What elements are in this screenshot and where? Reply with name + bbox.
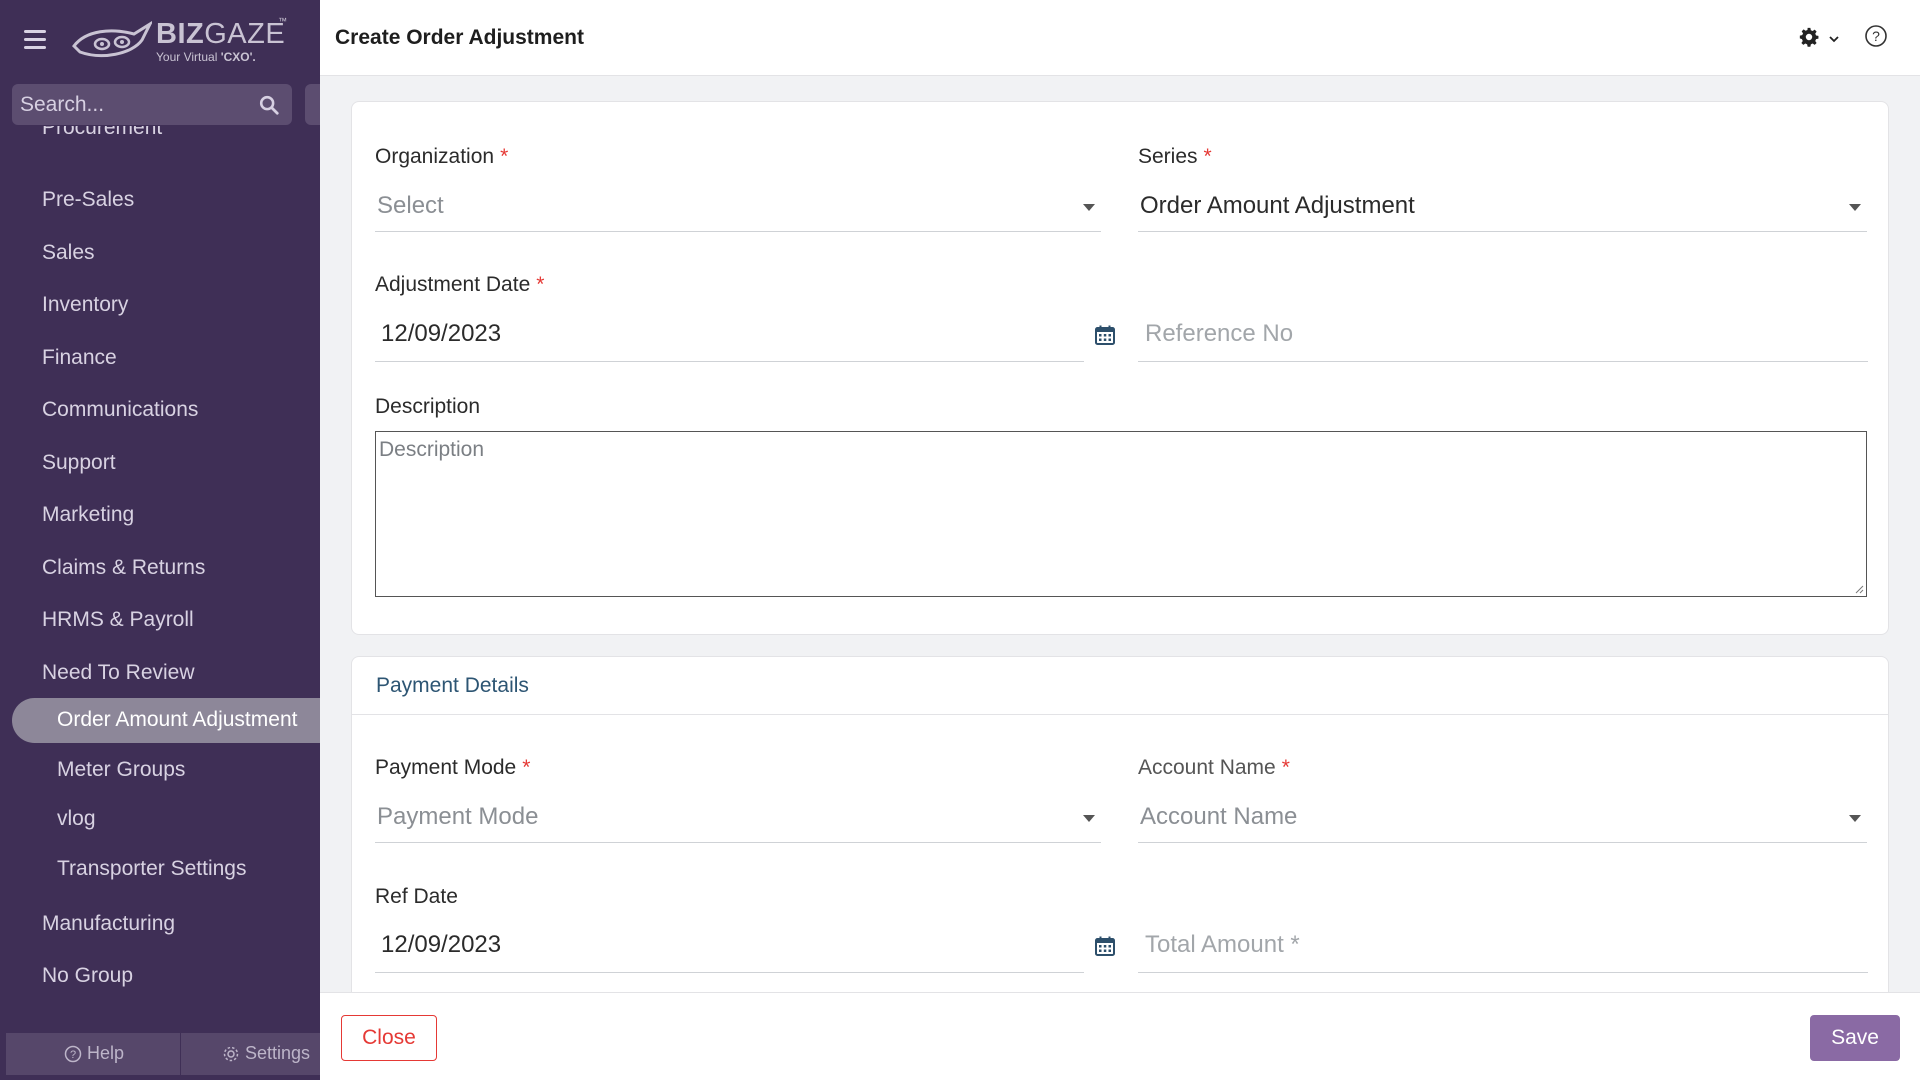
svg-text:?: ? bbox=[1872, 28, 1880, 44]
help-circle-icon: ? bbox=[64, 1045, 82, 1062]
reference-no-input[interactable]: Reference No bbox=[1138, 310, 1868, 362]
app-logo[interactable]: BIZGAZE ™ Your Virtual 'CXO'. bbox=[72, 16, 292, 68]
adjustment-date-label: Adjustment Date * bbox=[375, 273, 545, 296]
save-button[interactable]: Save bbox=[1810, 1015, 1900, 1061]
ref-date-input[interactable]: 12/09/2023 bbox=[375, 921, 1084, 973]
description-textarea[interactable] bbox=[376, 432, 1866, 596]
description-label: Description bbox=[375, 395, 481, 418]
payment-details-header: Payment Details bbox=[352, 657, 1888, 715]
hamburger-menu-icon[interactable] bbox=[24, 30, 46, 50]
total-amount-input[interactable]: Total Amount * bbox=[1138, 921, 1868, 973]
sidebar-item-support[interactable]: Support bbox=[42, 451, 116, 475]
logo-wordmark: BIZGAZE bbox=[156, 18, 286, 50]
payment-details-title: Payment Details bbox=[376, 674, 529, 697]
gear-icon bbox=[223, 1046, 239, 1061]
description-textarea-wrap bbox=[375, 431, 1867, 597]
resize-handle-icon[interactable] bbox=[1854, 584, 1864, 594]
settings-label: Settings bbox=[245, 1043, 311, 1063]
sidebar-subitem-label: Order Amount Adjustment bbox=[57, 708, 298, 731]
sidebar-nav: Procurement Pre-Sales Sales Inventory Fi… bbox=[0, 126, 320, 1026]
ref-date-label: Ref Date bbox=[375, 885, 458, 908]
caret-down-icon bbox=[1083, 204, 1095, 211]
gear-icon bbox=[1799, 27, 1819, 47]
sidebar-item-no-group[interactable]: No Group bbox=[42, 964, 133, 988]
sidebar-item-sales[interactable]: Sales bbox=[42, 241, 95, 265]
series-label: Series * bbox=[1138, 145, 1212, 168]
help-circle-icon[interactable]: ? bbox=[1864, 24, 1888, 48]
sidebar-item-pre-sales[interactable]: Pre-Sales bbox=[42, 188, 134, 212]
sidebar-item-inventory[interactable]: Inventory bbox=[42, 293, 128, 317]
calendar-icon[interactable] bbox=[1094, 935, 1116, 957]
sidebar-item-need-to-review[interactable]: Need To Review bbox=[42, 661, 195, 685]
help-button[interactable]: ? Help bbox=[64, 1043, 124, 1064]
close-button[interactable]: Close bbox=[341, 1015, 437, 1061]
sidebar-subitem-meter-groups[interactable]: Meter Groups bbox=[57, 758, 185, 782]
account-name-select[interactable]: Account Name bbox=[1138, 793, 1867, 843]
sidebar-item-hrms-payroll[interactable]: HRMS & Payroll bbox=[42, 608, 194, 632]
sidebar-item-manufacturing[interactable]: Manufacturing bbox=[42, 912, 175, 936]
main-content: Create Order Adjustment ? Organization * … bbox=[320, 0, 1920, 1080]
page-header: Create Order Adjustment ? bbox=[320, 0, 1920, 76]
sidebar-item-marketing[interactable]: Marketing bbox=[42, 503, 134, 527]
help-label: Help bbox=[87, 1043, 125, 1063]
search-input[interactable] bbox=[20, 92, 250, 117]
logo-tagline: Your Virtual 'CXO'. bbox=[156, 50, 256, 64]
caret-down-icon bbox=[1849, 204, 1861, 211]
sidebar-item-procurement[interactable]: Procurement bbox=[42, 126, 162, 140]
page-title: Create Order Adjustment bbox=[335, 26, 584, 49]
sidebar-item-claims-returns[interactable]: Claims & Returns bbox=[42, 556, 205, 580]
payment-mode-select[interactable]: Payment Mode bbox=[375, 793, 1101, 843]
sidebar: BIZGAZE ™ Your Virtual 'CXO'. Procuremen… bbox=[0, 0, 320, 1080]
svg-text:?: ? bbox=[70, 1049, 76, 1061]
form-actions-bar: Close Save bbox=[320, 992, 1920, 1080]
sidebar-subitem-vlog[interactable]: vlog bbox=[57, 807, 96, 831]
organization-select[interactable]: Select bbox=[375, 182, 1101, 232]
caret-down-icon bbox=[1083, 815, 1095, 822]
sidebar-subitem-order-amount-adjustment[interactable]: Order Amount Adjustment bbox=[12, 698, 320, 743]
organization-label: Organization * bbox=[375, 145, 509, 168]
payment-details-card: Payment Details Payment Mode * Payment Mo… bbox=[351, 656, 1889, 1016]
series-select[interactable]: Order Amount Adjustment bbox=[1138, 182, 1867, 232]
payment-mode-label: Payment Mode * bbox=[375, 756, 531, 779]
sidebar-footer: ? Help Settings bbox=[6, 1033, 320, 1075]
calendar-icon[interactable] bbox=[1094, 324, 1116, 346]
footer-divider bbox=[180, 1033, 181, 1075]
page-settings-dropdown[interactable] bbox=[1798, 26, 1844, 50]
sidebar-subitem-transporter-settings[interactable]: Transporter Settings bbox=[57, 857, 246, 881]
order-adjustment-card: Organization * Select Series * Order Amoun… bbox=[351, 101, 1889, 635]
sidebar-item-communications[interactable]: Communications bbox=[42, 398, 198, 422]
settings-button[interactable]: Settings bbox=[222, 1043, 310, 1064]
owl-logo-icon bbox=[72, 20, 152, 58]
chevron-down-icon bbox=[1829, 36, 1839, 43]
account-name-label: Account Name * bbox=[1138, 756, 1290, 779]
caret-down-icon bbox=[1849, 815, 1861, 822]
search-filter-toggle[interactable] bbox=[305, 84, 320, 125]
sidebar-search bbox=[12, 84, 292, 125]
adjustment-date-input[interactable]: 12/09/2023 bbox=[375, 310, 1084, 362]
sidebar-header: BIZGAZE ™ Your Virtual 'CXO'. bbox=[0, 0, 320, 78]
sidebar-item-finance[interactable]: Finance bbox=[42, 346, 117, 370]
search-icon[interactable] bbox=[258, 94, 280, 116]
logo-trademark: ™ bbox=[278, 16, 287, 26]
